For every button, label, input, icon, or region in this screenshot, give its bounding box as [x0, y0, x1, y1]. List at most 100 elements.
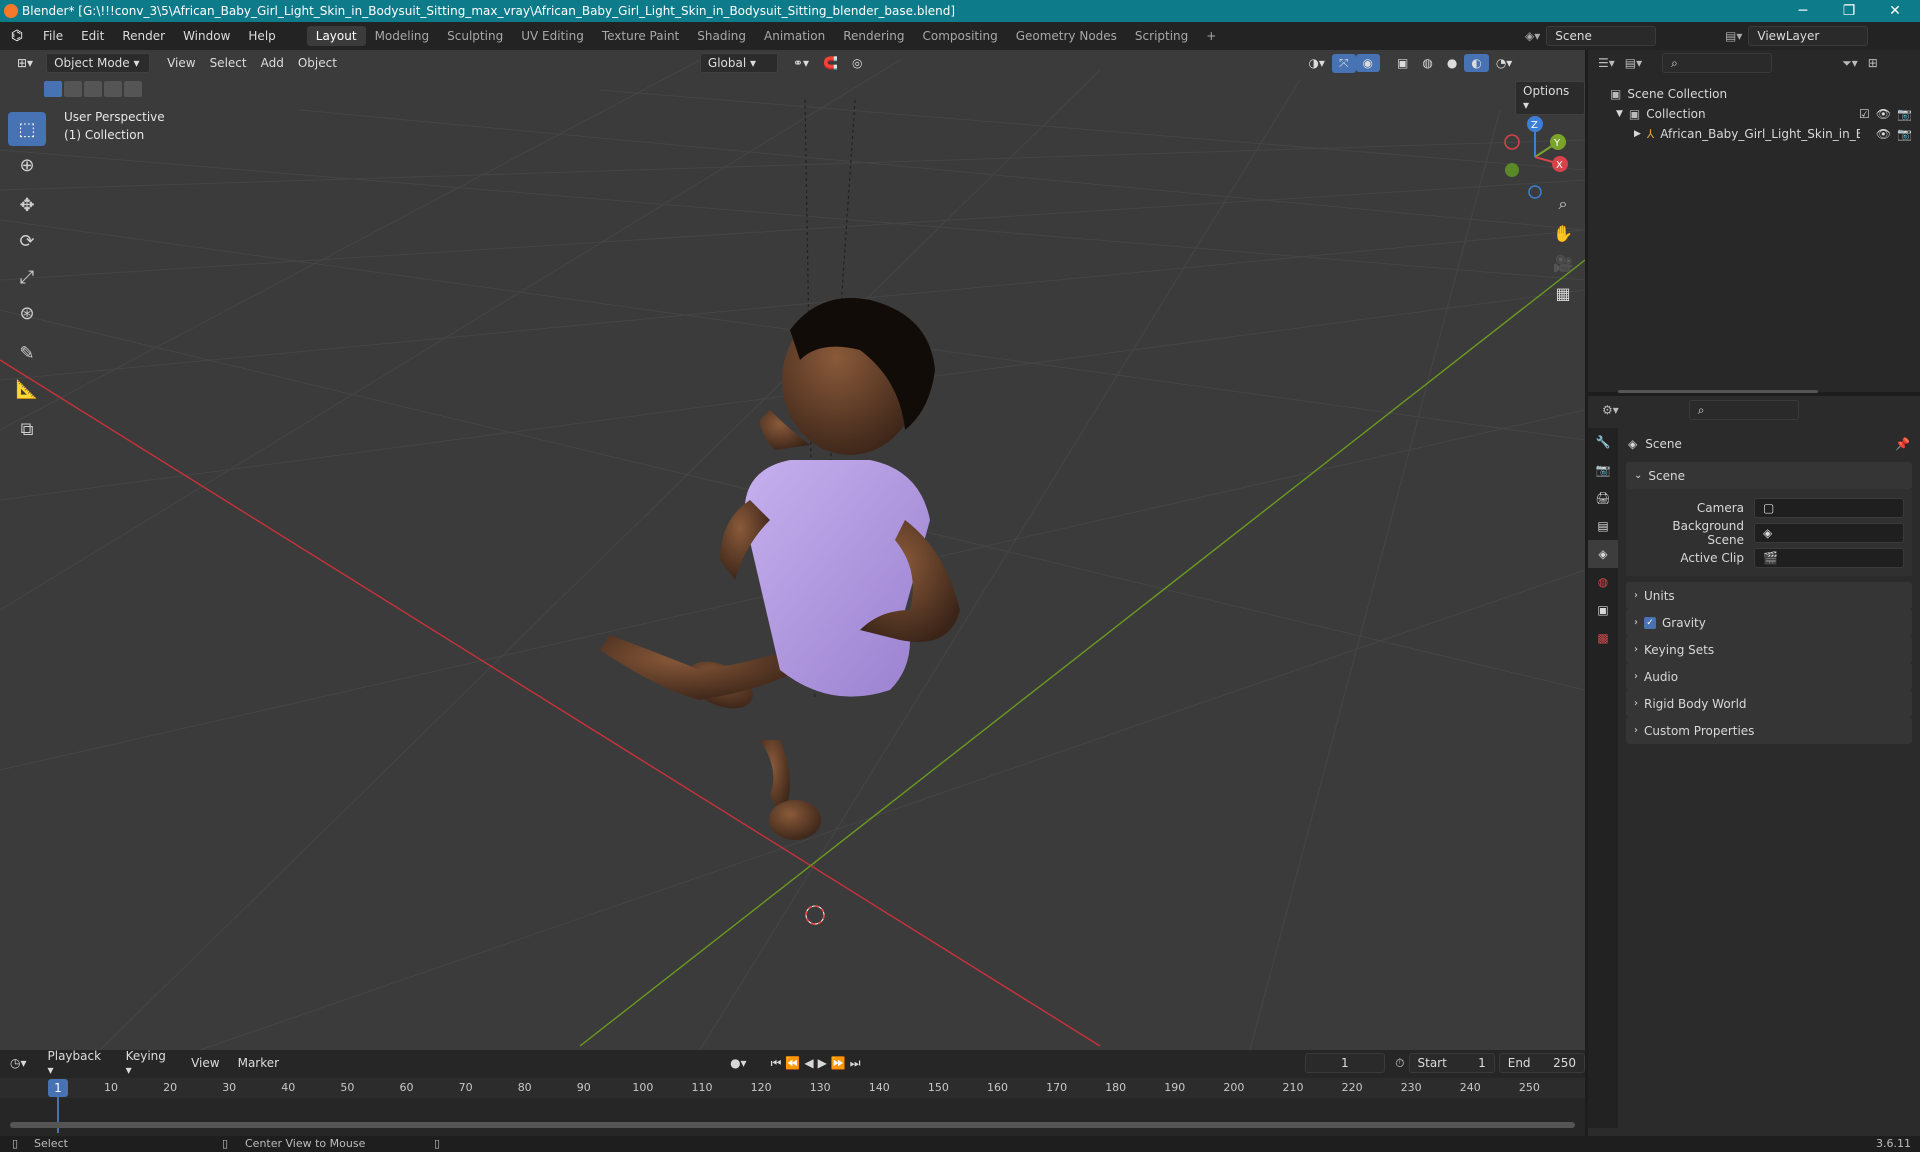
outliner-row-object[interactable]: ▶ ⅄ African_Baby_Girl_Light_Skin_in_Bo 👁… — [1588, 124, 1920, 144]
select-subtract-icon[interactable] — [84, 81, 102, 97]
jump-end-button[interactable]: ⏭ — [850, 1056, 861, 1071]
active-clip-field[interactable]: 🎬 — [1754, 547, 1904, 568]
collection-exclude-checkbox[interactable]: ☑ — [1859, 107, 1870, 121]
add-cube-tool-icon[interactable]: ⧉ — [8, 412, 46, 446]
pan-hand-icon[interactable]: ✋ — [1548, 224, 1578, 254]
frame-ruler[interactable]: 10 20 30 40 50 60 70 80 90 100 110 120 130 140 150 160 1… — [0, 1078, 1585, 1098]
solid-shading-icon[interactable]: ● — [1440, 54, 1464, 72]
material-shading-icon[interactable]: ◐ — [1464, 54, 1489, 72]
overlays-icon[interactable]: ◑▾ — [1301, 54, 1332, 72]
wireframe-shading-icon[interactable]: ◍ — [1415, 54, 1439, 72]
blender-menu-icon[interactable]: ⌬ — [0, 28, 34, 44]
world-tab-icon[interactable]: ◍ — [1588, 568, 1618, 596]
pin-icon[interactable]: 📌 — [1895, 437, 1910, 451]
properties-editor[interactable]: ⚙▾ ⌕ 🔧 📷 🖨 ▤ ◈ ◍ ▣ ▩ ◈ Scene 📌 ⌄ Scene C… — [1588, 396, 1920, 1136]
menu-object[interactable]: Object — [291, 54, 344, 72]
gizmo-toggle-icon[interactable]: ⤧ — [1331, 53, 1356, 73]
tab-shading[interactable]: Shading — [688, 26, 755, 46]
menu-window[interactable]: Window — [174, 29, 239, 43]
keying-menu[interactable]: Keying ▾ — [119, 1047, 181, 1079]
proportional-editing-icon[interactable]: ◎ — [845, 54, 869, 72]
select-intersect-icon[interactable] — [124, 81, 142, 97]
tool-tab-icon[interactable]: 🔧 — [1588, 428, 1618, 456]
add-workspace-button[interactable]: + — [1197, 26, 1225, 46]
tab-animation[interactable]: Animation — [755, 26, 834, 46]
timeline-editor-icon[interactable]: ◷▾ — [10, 1056, 27, 1070]
filter-icon[interactable]: ⏷▾ — [1842, 56, 1858, 71]
render-tab-icon[interactable]: 📷 — [1588, 456, 1618, 484]
menu-select[interactable]: Select — [203, 54, 254, 72]
menu-help[interactable]: Help — [239, 29, 284, 43]
outliner-row-collection[interactable]: ▼ ▣ Collection ☑ 👁 📷 — [1588, 104, 1920, 124]
background-scene-field[interactable]: ◈ — [1754, 522, 1904, 543]
move-tool-icon[interactable]: ✥ — [8, 188, 46, 222]
new-collection-icon[interactable]: ⊞ — [1868, 56, 1878, 70]
outliner-row-scene-collection[interactable]: ▣ Scene Collection — [1588, 84, 1920, 104]
play-reverse-button[interactable]: ◀ — [804, 1056, 813, 1070]
properties-editor-icon[interactable]: ⚙▾ — [1602, 403, 1619, 417]
navigation-gizmo[interactable]: Z Y X — [1490, 112, 1580, 202]
jump-keyframe-forward-button[interactable]: ⏩ — [831, 1056, 846, 1070]
collection-render-icon[interactable]: 📷 — [1897, 107, 1912, 121]
properties-search-input[interactable]: ⌕ — [1688, 400, 1799, 420]
expand-collection-icon[interactable]: ▼ — [1616, 109, 1623, 119]
units-panel-header[interactable]: › Units — [1626, 582, 1912, 609]
close-button[interactable]: ✕ — [1872, 0, 1918, 22]
viewlayer-name-field[interactable]: ViewLayer — [1748, 26, 1869, 46]
rigid-body-world-panel-header[interactable]: › Rigid Body World — [1626, 690, 1912, 717]
viewlayer-selector[interactable]: ▤▾ ViewLayer — [1725, 26, 1915, 46]
play-button[interactable]: ▶ — [818, 1056, 827, 1070]
jump-start-button[interactable]: ⏮ — [771, 1056, 782, 1071]
select-extend-icon[interactable] — [64, 81, 82, 97]
tab-layout[interactable]: Layout — [306, 26, 366, 46]
record-button[interactable]: ●▾ — [730, 1056, 747, 1070]
editor-type-icon[interactable]: ⊞▾ — [10, 54, 40, 72]
tab-sculpting[interactable]: Sculpting — [438, 26, 512, 46]
outliner[interactable]: ☰▾ ▤▾ ⌕ ⏷▾ ⊞ ▣ Scene Collection ▼ ▣ Coll… — [1588, 50, 1920, 393]
timeline-scrollbar[interactable] — [10, 1122, 1575, 1128]
xray-icon[interactable]: ▣ — [1390, 54, 1415, 72]
timeline-view-menu[interactable]: View — [184, 1054, 226, 1072]
tab-modeling[interactable]: Modeling — [366, 26, 439, 46]
expand-object-icon[interactable]: ▶ — [1634, 129, 1641, 139]
select-new-icon[interactable] — [44, 81, 62, 97]
audio-panel-header[interactable]: › Audio — [1626, 663, 1912, 690]
transform-orientation-dropdown[interactable]: Global ▾ — [699, 53, 778, 73]
marker-menu[interactable]: Marker — [231, 1054, 286, 1072]
custom-properties-panel-header[interactable]: › Custom Properties — [1626, 717, 1912, 744]
menu-add[interactable]: Add — [254, 54, 291, 72]
object-visibility-icon[interactable]: 👁 — [1876, 127, 1891, 141]
object-mode-dropdown[interactable]: Object Mode ▾ — [46, 53, 151, 73]
pivot-point-icon[interactable]: ⚭▾ — [786, 54, 816, 72]
keying-sets-panel-header[interactable]: › Keying Sets — [1626, 636, 1912, 663]
current-frame-field[interactable]: 1 — [1304, 1053, 1386, 1073]
gravity-checkbox[interactable]: ✓ — [1644, 616, 1656, 629]
tab-compositing[interactable]: Compositing — [913, 26, 1006, 46]
menu-render[interactable]: Render — [113, 29, 174, 43]
collection-visibility-icon[interactable]: 👁 — [1876, 107, 1891, 121]
scene-panel-header[interactable]: ⌄ Scene — [1626, 462, 1912, 489]
snap-icon[interactable]: 🧲 — [816, 54, 845, 72]
view-layer-tab-icon[interactable]: ▤ — [1588, 512, 1618, 540]
zoom-icon[interactable]: ⌕ — [1548, 194, 1578, 224]
transform-tool-icon[interactable]: ⊛ — [8, 296, 46, 330]
minimize-button[interactable]: ─ — [1780, 0, 1826, 22]
measure-tool-icon[interactable]: 📐 — [8, 372, 46, 406]
gravity-panel-header[interactable]: › ✓ Gravity — [1626, 609, 1912, 636]
jump-keyframe-back-button[interactable]: ⏪ — [785, 1056, 800, 1070]
tab-geometry-nodes[interactable]: Geometry Nodes — [1007, 26, 1126, 46]
viewport-scene[interactable] — [0, 50, 1585, 1050]
menu-view[interactable]: View — [160, 54, 202, 72]
texture-tab-icon[interactable]: ▩ — [1588, 624, 1618, 652]
playback-menu[interactable]: Playback ▾ — [41, 1047, 115, 1079]
maximize-button[interactable]: ❐ — [1826, 0, 1872, 22]
display-mode-icon[interactable]: ▤▾ — [1625, 56, 1642, 70]
scene-tab-icon[interactable]: ◈ — [1588, 540, 1618, 568]
rotate-tool-icon[interactable]: ⟳ — [8, 224, 46, 258]
start-frame-field[interactable]: Start 1 — [1408, 1053, 1495, 1073]
ortho-grid-icon[interactable]: ▦ — [1548, 284, 1578, 314]
collection-tab-icon[interactable]: ▣ — [1588, 596, 1618, 624]
scale-tool-icon[interactable]: ⤢ — [8, 260, 46, 294]
scene-selector[interactable]: ◈▾ Scene — [1525, 26, 1675, 46]
3d-viewport[interactable]: ⊞▾ Object Mode ▾ View Select Add Object … — [0, 50, 1585, 1050]
